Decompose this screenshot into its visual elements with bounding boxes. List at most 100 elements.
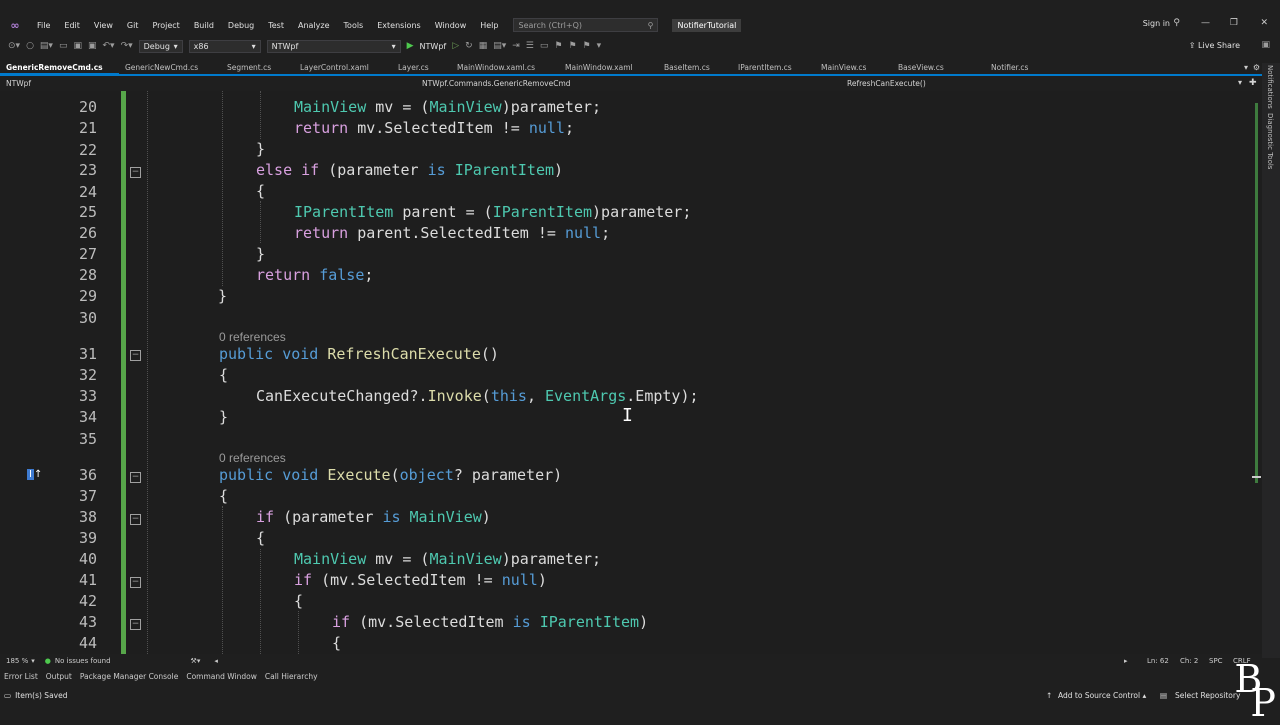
document-tabs: GenericRemoveCmd.cs GenericNewCmd.cs Seg… (0, 63, 1262, 76)
add-to-source-control-button[interactable]: Add to Source Control ▴ (1058, 691, 1146, 700)
menu-debug[interactable]: Debug (221, 21, 261, 30)
tab-notifier[interactable]: Notifier.cs (985, 63, 1055, 74)
configuration-select[interactable]: Debug ▾ (138, 39, 183, 53)
tab-iparentitem[interactable]: IParentItem.cs (732, 63, 815, 74)
brush-icon[interactable]: ⚒▾ (191, 657, 201, 665)
select-repository-button[interactable]: Select Repository (1175, 691, 1240, 700)
line-number-text: 22 (78, 141, 97, 159)
issues-status[interactable]: No issues found (55, 657, 111, 665)
menu-window[interactable]: Window (428, 21, 474, 30)
line-number: 39 (0, 529, 1250, 550)
forward-icon[interactable]: ○ (26, 41, 34, 51)
start-debug-label[interactable]: NTWpf (420, 42, 447, 51)
hot-reload-icon[interactable]: ↻ (465, 41, 473, 51)
line-number: 44 (0, 634, 1250, 654)
tab-mainwindow-xaml[interactable]: MainWindow.xaml (559, 63, 658, 74)
maximize-icon[interactable]: ❐ (1230, 18, 1238, 28)
back-icon[interactable]: ⊙▾ (8, 41, 20, 51)
line-number-status[interactable]: Ln: 62 (1147, 657, 1169, 665)
open-icon[interactable]: ▭ (59, 41, 68, 51)
check-circle-icon: ● (44, 657, 51, 665)
vertical-scrollbar[interactable] (1250, 91, 1262, 654)
scrollbar-change-map (1255, 103, 1258, 483)
solution-name: NotifierTutorial (672, 18, 742, 32)
bookmark-prev-icon[interactable]: ⚑ (568, 41, 576, 51)
line-number: 26 (0, 224, 1250, 245)
save-all-icon[interactable]: ▣ (88, 41, 97, 51)
layout-icon[interactable]: ▤▾ (493, 41, 506, 51)
redo-icon[interactable]: ↷▾ (121, 41, 133, 51)
menu-help[interactable]: Help (473, 21, 505, 30)
line-number-text: 32 (78, 366, 97, 384)
diagnostic-tools-tab[interactable]: Diagnostic Tools (1266, 113, 1274, 169)
sign-in-link[interactable]: Sign in (1143, 19, 1170, 28)
minimize-icon[interactable]: — (1201, 18, 1210, 28)
scroll-right-icon[interactable]: ▸ (1124, 657, 1128, 665)
notifications-tab[interactable]: Notifications (1266, 65, 1274, 109)
menu-analyze[interactable]: Analyze (291, 21, 337, 30)
column-status[interactable]: Ch: 2 (1180, 657, 1198, 665)
tab-genericnewcmd[interactable]: GenericNewCmd.cs (119, 63, 221, 74)
browse-icon[interactable]: ▦ (479, 41, 488, 51)
tab-settings-icon[interactable]: ⚙ (1253, 63, 1260, 72)
tab-layercontrol[interactable]: LayerControl.xaml (294, 63, 392, 74)
tab-baseitem[interactable]: BaseItem.cs (658, 63, 732, 74)
new-project-icon[interactable]: ▤▾ (40, 41, 53, 51)
nav-project-dropdown[interactable]: NTWpf (6, 79, 31, 88)
toolbar-overflow-icon[interactable]: ▾ (597, 41, 602, 51)
tab-call-hierarchy[interactable]: Call Hierarchy (265, 672, 318, 681)
tab-error-list[interactable]: Error List (4, 672, 38, 681)
line-number: 35 (0, 430, 1250, 451)
start-debug-icon[interactable]: ▶ (407, 41, 414, 51)
close-icon[interactable]: ✕ (1260, 18, 1268, 28)
menu-view[interactable]: View (87, 21, 120, 30)
feedback-icon[interactable]: ▣ (1261, 40, 1270, 50)
menu-build[interactable]: Build (187, 21, 221, 30)
menu-file[interactable]: File (30, 21, 57, 30)
line-number: 38 (0, 508, 1250, 529)
zoom-level[interactable]: 185 % (6, 657, 28, 665)
tab-mainview[interactable]: MainView.cs (815, 63, 892, 74)
code-editor[interactable]: − − − − − − I ↑ MainView mv = (MainView)p… (0, 91, 1262, 654)
menu-extensions[interactable]: Extensions (370, 21, 427, 30)
tab-output[interactable]: Output (46, 672, 72, 681)
line-number-text: 25 (78, 203, 97, 221)
tab-package-manager-console[interactable]: Package Manager Console (80, 672, 179, 681)
menu-test[interactable]: Test (261, 21, 291, 30)
whitespace-status[interactable]: SPC (1209, 657, 1223, 665)
menu-project[interactable]: Project (145, 21, 186, 30)
search-box[interactable]: Search (Ctrl+Q) ⚲ (513, 18, 659, 32)
platform-select[interactable]: x86 ▾ (188, 39, 261, 53)
tab-command-window[interactable]: Command Window (186, 672, 257, 681)
save-icon[interactable]: ▣ (73, 41, 82, 51)
menu-git[interactable]: Git (120, 21, 146, 30)
startup-project-select[interactable]: NTWpf ▾ (266, 39, 401, 53)
line-number-text: 26 (78, 224, 97, 242)
line-number: 37 (0, 487, 1250, 508)
start-without-debug-icon[interactable]: ▷ (452, 41, 459, 51)
step-icon[interactable]: ⇥ (512, 41, 520, 51)
live-share-button[interactable]: ⇪ Live Share (1189, 41, 1240, 50)
line-number-text: 23 (78, 161, 97, 179)
account-icon[interactable]: ⚲ (1173, 18, 1180, 28)
bookmark-icon[interactable]: ⚑ (554, 41, 562, 51)
tab-genericremovecmd[interactable]: GenericRemoveCmd.cs (0, 63, 119, 74)
nav-member-chevron-icon[interactable]: ▾ (1238, 78, 1242, 87)
tab-list-dropdown-icon[interactable]: ▾ (1244, 63, 1248, 72)
line-number: 25 (0, 203, 1250, 224)
menu-tools[interactable]: Tools (337, 21, 371, 30)
zoom-dropdown-icon[interactable]: ▾ (31, 657, 35, 665)
split-editor-icon[interactable]: ✚ (1249, 78, 1257, 88)
menu-edit[interactable]: Edit (57, 21, 87, 30)
tab-segment[interactable]: Segment.cs (221, 63, 294, 74)
tab-mainwindow-xaml-cs[interactable]: MainWindow.xaml.cs (451, 63, 559, 74)
indent-icon[interactable]: ☰ (526, 41, 534, 51)
undo-icon[interactable]: ↶▾ (103, 41, 115, 51)
comment-icon[interactable]: ▭ (540, 41, 549, 51)
tab-baseview[interactable]: BaseView.cs (892, 63, 985, 74)
bookmark-next-icon[interactable]: ⚑ (583, 41, 591, 51)
nav-member-dropdown[interactable]: RefreshCanExecute() (847, 79, 926, 88)
scroll-left-icon[interactable]: ◂ (214, 657, 218, 665)
nav-type-dropdown[interactable]: NTWpf.Commands.GenericRemoveCmd (422, 79, 571, 88)
tab-layer[interactable]: Layer.cs (392, 63, 451, 74)
